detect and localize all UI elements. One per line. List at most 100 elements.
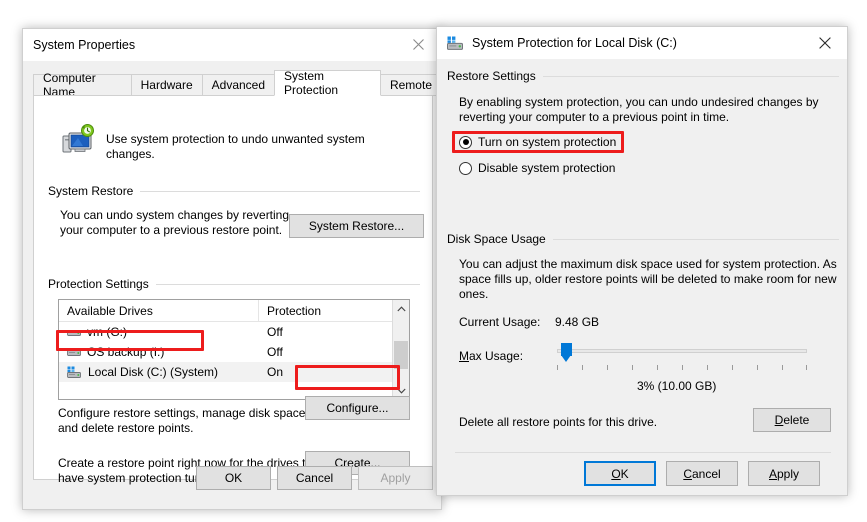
slider-thumb-tip (561, 355, 571, 362)
protection-settings-group-label: Protection Settings (48, 277, 149, 291)
drive-cell: vm (G:) (59, 325, 259, 339)
max-usage-label: Max Usage: (459, 349, 523, 364)
system-properties-dialog: System Properties Computer Name Hardware… (22, 28, 442, 510)
disk-space-description-line2: space fills up, older restore points wil… (459, 272, 837, 286)
system-protection-dialog: System Protection for Local Disk (C:) Re… (436, 26, 848, 496)
delete-label-rest: elete (783, 413, 810, 427)
drive-label: Local Disk (C:) (System) (88, 365, 219, 379)
max-usage-slider[interactable] (557, 343, 807, 371)
ok-mnemonic: O (611, 466, 621, 481)
current-usage-value: 9.48 GB (555, 315, 600, 329)
disk-space-usage-group-header: Disk Space Usage (447, 232, 839, 246)
tab-advanced[interactable]: Advanced (201, 74, 276, 96)
restore-settings-group-header: Restore Settings (447, 69, 839, 83)
group-rule (155, 283, 420, 285)
current-usage-label: Current Usage: (459, 315, 541, 329)
table-row[interactable]: vm (G:) Off (59, 322, 409, 342)
radio-turn-on-system-protection[interactable]: Turn on system protection (459, 135, 616, 149)
drive-icon (67, 330, 81, 336)
scrollbar-track[interactable] (393, 317, 409, 382)
drive-label: vm (G:) (87, 325, 127, 339)
close-icon (413, 39, 424, 50)
slider-value-text: 3% (10.00 GB) (637, 379, 717, 393)
intro-text: Use system protection to undo unwanted s… (106, 132, 365, 161)
slider-track[interactable] (557, 349, 807, 353)
radio-disable-system-protection[interactable]: Disable system protection (459, 161, 615, 175)
protection-cell: Off (267, 345, 283, 359)
system-protection-dialog-title: System Protection for Local Disk (C:) (472, 36, 677, 50)
system-restore-button[interactable]: System Restore... (289, 214, 424, 238)
list-vertical-scrollbar[interactable] (392, 300, 409, 399)
system-protection-titlebar: System Protection for Local Disk (C:) (437, 27, 847, 59)
available-drives-list[interactable]: Available Drives Protection vm (G:) Off (58, 299, 410, 400)
close-icon (818, 36, 831, 49)
protection-settings-group-header: Protection Settings (48, 277, 420, 291)
radio-indicator (459, 135, 472, 149)
apply-button[interactable]: Apply (748, 461, 820, 486)
drive-icon (67, 350, 81, 356)
slider-thumb[interactable] (561, 343, 572, 362)
delete-button[interactable]: Delete (753, 408, 831, 432)
system-drive-icon (67, 366, 81, 378)
tab-label: Advanced (211, 78, 266, 92)
disk-space-description-line1: You can adjust the maximum disk space us… (459, 257, 837, 271)
cancel-button[interactable]: Cancel (277, 466, 352, 490)
max-usage-mnemonic: M (459, 349, 469, 363)
cancel-mnemonic: C (683, 466, 692, 481)
ok-label-rest: K (620, 466, 629, 481)
column-header-available-drives: Available Drives (59, 300, 259, 321)
scrollbar-thumb[interactable] (394, 341, 408, 369)
table-row[interactable]: Local Disk (C:) (System) On (59, 362, 409, 382)
screenshot-root: System Properties Computer Name Hardware… (0, 0, 867, 522)
cancel-button[interactable]: Cancel (666, 461, 738, 486)
tab-hardware[interactable]: Hardware (130, 74, 203, 96)
column-header-protection: Protection (267, 303, 322, 318)
system-drive-icon (447, 36, 464, 51)
chevron-up-icon (396, 305, 406, 311)
tab-page-system-protection: Use system protection to undo unwanted s… (33, 95, 433, 485)
tab-computer-name[interactable]: Computer Name (33, 71, 132, 99)
disk-space-description-line3: ones. (459, 287, 489, 301)
group-rule (542, 75, 839, 77)
chevron-down-icon (396, 388, 406, 394)
drive-label: OS backup (I:) (87, 345, 165, 359)
disk-space-usage-group-label: Disk Space Usage (447, 232, 546, 246)
system-properties-titlebar: System Properties (23, 29, 441, 61)
cancel-label-rest: ancel (691, 466, 721, 481)
delete-description: Delete all restore points for this drive… (459, 415, 658, 429)
ok-button[interactable]: OK (196, 466, 271, 490)
system-restore-group-label: System Restore (48, 184, 134, 198)
close-button[interactable] (802, 27, 847, 58)
tab-label: Remote (389, 78, 432, 92)
tab-strip: Computer Name Hardware Advanced System P… (33, 69, 442, 99)
tab-system-protection[interactable]: System Protection (274, 69, 381, 97)
protection-cell: Off (267, 325, 283, 339)
ok-button[interactable]: OK (584, 461, 656, 486)
max-usage-label-rest: ax Usage: (469, 349, 524, 363)
system-protection-icon (62, 124, 96, 156)
group-rule (140, 190, 420, 192)
restore-settings-description-line1: By enabling system protection, you can u… (459, 95, 819, 109)
group-rule (552, 238, 839, 240)
restore-settings-group-label: Restore Settings (447, 69, 536, 83)
system-properties-title: System Properties (33, 38, 136, 52)
slider-ticks (557, 365, 807, 371)
list-header: Available Drives Protection (59, 300, 409, 322)
footer-divider (455, 452, 831, 453)
apply-label-rest: pply (777, 466, 800, 481)
table-row[interactable]: OS backup (I:) Off (59, 342, 409, 362)
configure-button[interactable]: Configure... (305, 396, 410, 420)
radio-label: Disable system protection (478, 161, 616, 175)
tab-label: System Protection (284, 69, 339, 97)
configure-description-line1: Configure restore settings, manage disk … (58, 406, 309, 420)
radio-label: Turn on system protection (478, 135, 617, 149)
apply-button: Apply (358, 466, 433, 490)
radio-indicator (459, 161, 472, 175)
tab-remote[interactable]: Remote (379, 74, 442, 96)
protection-cell: On (267, 365, 284, 379)
system-restore-group-header: System Restore (48, 184, 420, 198)
scroll-up-button[interactable] (393, 300, 409, 317)
close-button[interactable] (396, 29, 441, 60)
restore-settings-description-line2: reverting your computer to a previous po… (459, 110, 730, 124)
drive-cell: OS backup (I:) (59, 345, 259, 359)
